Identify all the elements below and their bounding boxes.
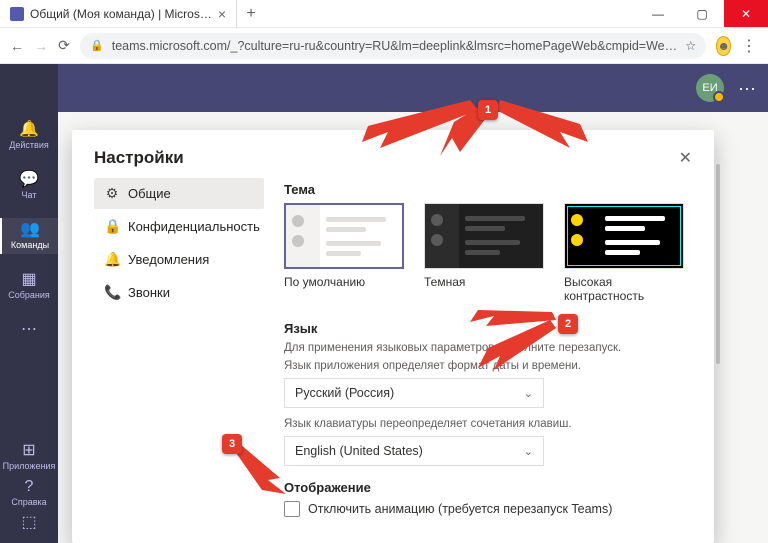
disable-animation-checkbox[interactable] (284, 501, 300, 517)
sidebar-label: Общие (128, 186, 171, 201)
sidebar-item-privacy[interactable]: 🔒 Конфиденциальность (94, 211, 264, 242)
select-value: English (United States) (295, 444, 423, 458)
keyboard-language-hint: Язык клавиатуры переопределяет сочетания… (284, 418, 692, 430)
rail-label: Справка (11, 497, 46, 507)
calendar-icon: ▦ (21, 272, 36, 288)
settings-close-button[interactable]: ✕ (679, 148, 692, 168)
window-minimize-button[interactable]: — (636, 0, 680, 27)
select-value: Русский (Россия) (295, 386, 394, 400)
chat-icon: 💬 (19, 172, 39, 188)
gear-icon: ⚙ (104, 185, 120, 202)
section-language-title: Язык (284, 321, 692, 336)
bookmark-star-icon[interactable]: ☆ (685, 38, 696, 53)
theme-high-contrast[interactable]: Высокая контрастность (564, 203, 692, 303)
teams-topbar: ЕИ ··· (0, 64, 768, 112)
lock-icon: 🔒 (90, 39, 104, 52)
url-text: teams.microsoft.com/_?culture=ru-ru&coun… (112, 39, 677, 53)
apps-icon: ⊞ (22, 443, 35, 459)
theme-preview-contrast (564, 203, 684, 269)
callout-3: 3 (222, 434, 242, 454)
teams-avatar[interactable]: ЕИ (696, 74, 724, 102)
sidebar-item-calls[interactable]: 📞 Звонки (94, 277, 264, 308)
theme-preview-default (284, 203, 404, 269)
settings-modal: Настройки ✕ ⚙ Общие 🔒 Конфиденциальность… (72, 130, 714, 543)
more-icon: ⋯ (21, 322, 37, 338)
settings-sidebar: ⚙ Общие 🔒 Конфиденциальность 🔔 Уведомлен… (94, 178, 264, 523)
download-icon: ⬚ (21, 515, 36, 531)
modal-scrollbar-thumb[interactable] (716, 164, 720, 364)
lock-icon: 🔒 (104, 218, 120, 235)
tab-title: Общий (Моя команда) | Micros… (30, 7, 212, 21)
window-close-button[interactable]: ✕ (724, 0, 768, 27)
callout-1: 1 (478, 100, 498, 120)
teams-more-button[interactable]: ··· (738, 78, 756, 99)
disable-animation-label: Отключить анимацию (требуется перезапуск… (308, 502, 612, 516)
chevron-down-icon: ⌄ (524, 387, 533, 400)
theme-label: Высокая контрастность (564, 275, 692, 303)
teams-favicon (10, 7, 24, 21)
section-theme-title: Тема (284, 182, 692, 197)
browser-profile-button[interactable]: ☻ (716, 36, 731, 56)
settings-title: Настройки (94, 148, 184, 168)
language-restart-hint: Для применения языковых параметров выпол… (284, 342, 692, 354)
new-tab-button[interactable]: + (237, 0, 265, 27)
rail-meetings[interactable]: ▦ Собрания (0, 268, 58, 304)
rail-chat[interactable]: 💬 Чат (0, 168, 58, 204)
sidebar-item-notifications[interactable]: 🔔 Уведомления (94, 244, 264, 275)
theme-dark[interactable]: Темная (424, 203, 544, 303)
rail-more[interactable]: ⋯ (0, 318, 58, 342)
back-button[interactable]: ← (10, 38, 24, 54)
teams-left-rail: 🔔 Действия 💬 Чат 👥 Команды ▦ Собрания ⋯ … (0, 64, 58, 543)
keyboard-language-select[interactable]: English (United States) ⌄ (284, 436, 544, 466)
phone-icon: 📞 (104, 284, 120, 301)
sidebar-label: Уведомления (128, 252, 209, 267)
browser-titlebar: Общий (Моя команда) | Micros… × + — ▢ ✕ (0, 0, 768, 28)
rail-activity[interactable]: 🔔 Действия (0, 118, 58, 154)
rail-help[interactable]: ? Справка (3, 475, 56, 511)
rail-label: Чат (22, 190, 37, 200)
sidebar-item-general[interactable]: ⚙ Общие (94, 178, 264, 209)
browser-toolbar: ← → ⟳ 🔒 teams.microsoft.com/_?culture=ru… (0, 28, 768, 64)
theme-label: Темная (424, 275, 544, 289)
reload-button[interactable]: ⟳ (58, 37, 70, 54)
rail-label: Приложения (3, 461, 56, 471)
app-language-hint: Язык приложения определяет формат даты и… (284, 360, 692, 372)
chevron-down-icon: ⌄ (524, 445, 533, 458)
theme-preview-dark (424, 203, 544, 269)
rail-download[interactable]: ⬚ (3, 511, 56, 535)
rail-teams[interactable]: 👥 Команды (0, 218, 58, 254)
browser-tab[interactable]: Общий (Моя команда) | Micros… × (0, 0, 237, 27)
rail-label: Действия (9, 140, 48, 150)
bell-icon: 🔔 (19, 122, 39, 138)
window-maximize-button[interactable]: ▢ (680, 0, 724, 27)
app-language-select[interactable]: Русский (Россия) ⌄ (284, 378, 544, 408)
help-icon: ? (25, 479, 34, 495)
rail-label: Команды (11, 240, 49, 250)
rail-apps[interactable]: ⊞ Приложения (3, 439, 56, 475)
bell-icon: 🔔 (104, 251, 120, 268)
rail-label: Собрания (8, 290, 50, 300)
forward-button[interactable]: → (34, 38, 48, 54)
people-icon: 👥 (20, 222, 40, 238)
tab-close-button[interactable]: × (218, 6, 226, 22)
theme-default[interactable]: По умолчанию (284, 203, 404, 303)
browser-menu-button[interactable]: ⋮ (741, 36, 758, 56)
section-display-title: Отображение (284, 480, 692, 495)
address-bar[interactable]: 🔒 teams.microsoft.com/_?culture=ru-ru&co… (80, 33, 706, 59)
theme-label: По умолчанию (284, 275, 404, 289)
sidebar-label: Конфиденциальность (128, 219, 260, 234)
callout-2: 2 (558, 314, 578, 334)
sidebar-label: Звонки (128, 285, 170, 300)
